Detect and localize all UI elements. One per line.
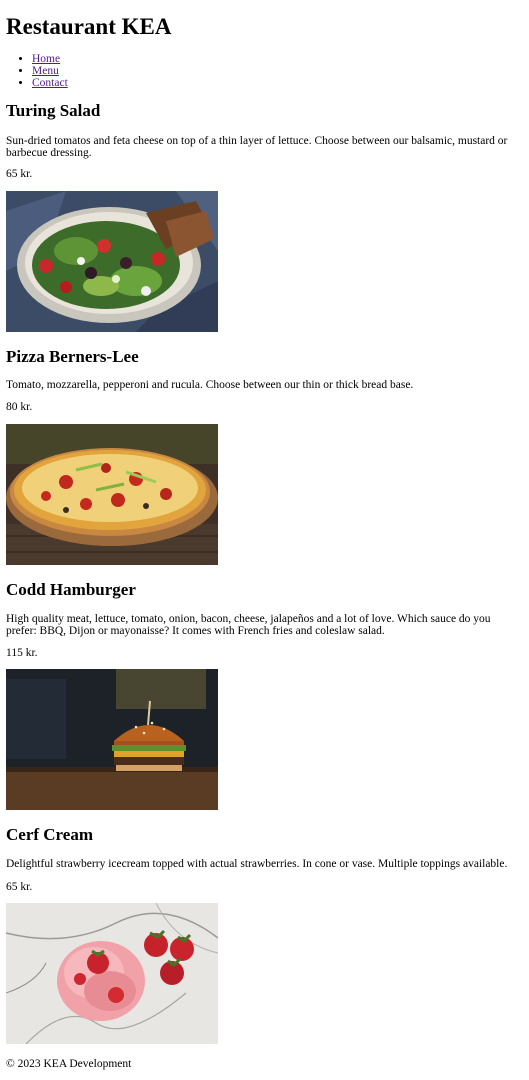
dish-description: Sun-dried tomatos and feta cheese on top… bbox=[6, 135, 508, 159]
footer-copyright: © 2023 KEA Development bbox=[6, 1058, 132, 1070]
nav-item-contact: Contact bbox=[32, 77, 68, 89]
dish-description: Delightful strawberry icecream topped wi… bbox=[6, 858, 508, 870]
nav-item-home: Home bbox=[32, 53, 68, 65]
dish-name: Pizza Berners-Lee bbox=[6, 347, 139, 366]
dish-description: Tomato, mozzarella, pepperoni and rucula… bbox=[6, 379, 414, 391]
icecream-photo bbox=[6, 903, 218, 1044]
dish-price: 65 kr. bbox=[6, 881, 33, 893]
nav-item-menu: Menu bbox=[32, 65, 68, 77]
dish-name: Cerf Cream bbox=[6, 825, 94, 844]
page-footer: © 2023 KEA Development bbox=[6, 1058, 131, 1070]
dish-price: 115 kr. bbox=[6, 647, 38, 659]
dish-description: High quality meat, lettuce, tomato, onio… bbox=[6, 613, 491, 637]
dish-name: Codd Hamburger bbox=[6, 580, 136, 599]
nav-link-contact[interactable]: Contact bbox=[32, 77, 68, 89]
page-title: Restaurant KEA bbox=[6, 14, 172, 39]
dish-price: 80 kr. bbox=[6, 401, 33, 413]
dish-name: Turing Salad bbox=[6, 101, 101, 120]
hamburger-photo bbox=[6, 669, 218, 810]
dish-price: 65 kr. bbox=[6, 168, 33, 180]
nav-link-home[interactable]: Home bbox=[32, 53, 60, 65]
nav-link-menu[interactable]: Menu bbox=[32, 65, 59, 77]
pizza-photo bbox=[6, 424, 218, 565]
salad-photo bbox=[6, 191, 218, 332]
main-nav: Home Menu Contact bbox=[6, 53, 68, 89]
